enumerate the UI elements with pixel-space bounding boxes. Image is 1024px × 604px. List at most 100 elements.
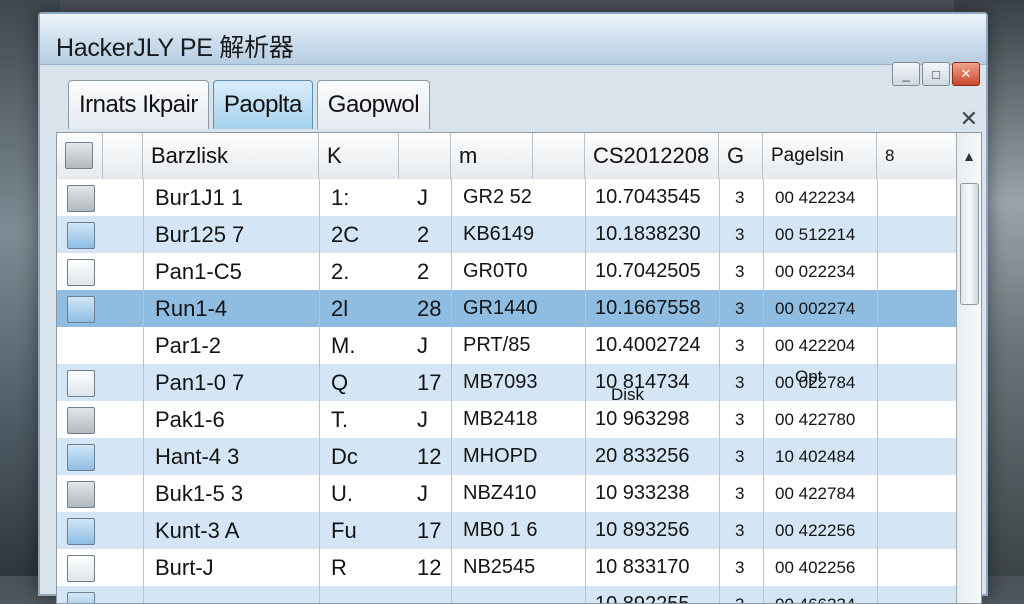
cell-cs: 10.1838230 bbox=[595, 223, 701, 245]
cell-k2: J bbox=[417, 480, 428, 506]
table-row[interactable]: Bur125 7 2C 2 KB6149 10.1838230 3 00 512214 bbox=[57, 216, 957, 254]
row-checkbox[interactable] bbox=[67, 444, 95, 471]
scroll-up-arrow-icon[interactable]: ▲ bbox=[957, 133, 981, 179]
cell-m: KB6149 bbox=[463, 223, 535, 245]
table-row[interactable]: Par1-2 M. J PRT/85 10.4002724 3 00 422204 bbox=[57, 327, 957, 365]
cell-cs: 10 933238 bbox=[595, 482, 690, 504]
window-title: HackerJLY PE 解析器 bbox=[56, 34, 294, 62]
cell-g: 3 bbox=[735, 261, 745, 281]
table-row[interactable]: Kunt-3 A Fu 17 MB0 1 6 10 893256 3 00 422256 bbox=[57, 512, 957, 550]
cell-k2: 17 bbox=[417, 517, 442, 543]
data-grid: Barzlisk K m CS2012208 G Pagelsin 8 Bur1… bbox=[56, 132, 982, 604]
cell-m: MB7093 bbox=[463, 371, 538, 393]
cell-name bbox=[149, 586, 155, 603]
cell-k2: 2 bbox=[417, 258, 430, 284]
column-divider bbox=[143, 179, 144, 603]
cell-g: 3 bbox=[735, 335, 745, 355]
cell-k: R bbox=[331, 554, 347, 580]
table-row[interactable]: Burt-J R 12 NB2545 10 833170 3 00 402256 bbox=[57, 549, 957, 587]
cell-g: 3 bbox=[735, 409, 745, 429]
cell-g: 3 bbox=[735, 372, 745, 392]
cell-cs: 10 893256 bbox=[595, 519, 690, 541]
cell-pg: 00 002274 bbox=[775, 298, 856, 318]
header-8[interactable]: 8 bbox=[877, 133, 957, 179]
header-k[interactable]: K bbox=[319, 133, 399, 179]
tab-close-icon[interactable]: ✕ bbox=[960, 106, 978, 132]
cell-k: 2C bbox=[331, 221, 360, 247]
cell-k: 2l bbox=[331, 295, 349, 321]
column-divider bbox=[877, 179, 878, 603]
cell-k: M. bbox=[331, 332, 356, 358]
header-m2[interactable] bbox=[533, 133, 585, 179]
row-checkbox[interactable] bbox=[67, 296, 95, 323]
tab-bar: Irnats Ikpair Paoplta Gaopwol bbox=[68, 80, 431, 132]
vertical-scrollbar[interactable]: ▲ bbox=[956, 133, 981, 603]
table-row[interactable]: 10 892255 3 00 466234 bbox=[57, 586, 957, 604]
column-divider bbox=[319, 179, 320, 603]
cell-k: T. bbox=[331, 406, 349, 432]
cell-k: 1: bbox=[331, 184, 350, 210]
cell-pg: 00 422784 bbox=[775, 483, 856, 503]
cell-g: 3 bbox=[735, 594, 745, 604]
cell-cs: 10.7042505 bbox=[595, 260, 701, 282]
cell-cs: 10 963298 bbox=[595, 408, 690, 430]
cell-k2: J bbox=[417, 332, 428, 358]
window-controls: _ □ ✕ bbox=[892, 62, 980, 86]
maximize-button[interactable]: □ bbox=[922, 62, 950, 86]
cell-cs: 10 892255 bbox=[595, 593, 690, 604]
cell-pg: 00 466234 bbox=[775, 594, 856, 604]
close-button[interactable]: ✕ bbox=[952, 62, 980, 86]
cell-g: 3 bbox=[735, 298, 745, 318]
header-m[interactable]: m bbox=[451, 133, 533, 179]
cell-pg: 00 422256 bbox=[775, 520, 856, 540]
cell-m: MB0 1 6 bbox=[463, 519, 538, 541]
tab-irnats-ikpair[interactable]: Irnats Ikpair bbox=[68, 80, 209, 129]
cell-name: Bur125 7 bbox=[155, 221, 245, 247]
cell-g: 3 bbox=[735, 483, 745, 503]
cell-k: U. bbox=[331, 480, 353, 506]
row-checkbox[interactable] bbox=[67, 518, 95, 545]
row-checkbox[interactable] bbox=[67, 259, 95, 286]
cell-k bbox=[325, 586, 331, 603]
row-checkbox[interactable] bbox=[67, 555, 95, 582]
table-row[interactable]: Hant-4 3 Dc 12 MHOPD 20 833256 3 10 402484 bbox=[57, 438, 957, 476]
row-checkbox[interactable] bbox=[67, 185, 95, 212]
column-divider bbox=[719, 179, 720, 603]
table-row[interactable]: Pan1-C5 2. 2 GR0T0 10.7042505 3 00 022234 bbox=[57, 253, 957, 291]
cell-g: 3 bbox=[735, 224, 745, 244]
select-all-checkbox[interactable] bbox=[65, 142, 93, 169]
minimize-button[interactable]: _ bbox=[892, 62, 920, 86]
cell-name: Kunt-3 A bbox=[155, 517, 240, 543]
column-divider bbox=[585, 179, 586, 603]
cell-pg: 00 422780 bbox=[775, 409, 856, 429]
title-bar[interactable]: HackerJLY PE 解析器 bbox=[40, 14, 986, 65]
table-row[interactable]: Buk1-5 3 U. J NBZ410 10 933238 3 00 422784 bbox=[57, 475, 957, 513]
opt-label: Opt bbox=[795, 367, 823, 386]
scroll-thumb[interactable] bbox=[960, 183, 979, 305]
disk-label: Disk bbox=[611, 385, 645, 404]
header-select-all-cell[interactable] bbox=[57, 133, 103, 179]
table-row[interactable]: Pak1-6 T. J MB2418 10 963298 3 00 422780 bbox=[57, 401, 957, 439]
row-checkbox[interactable] bbox=[67, 592, 95, 603]
cell-m: GR2 52 bbox=[463, 186, 532, 208]
cell-cs: 10 833170 bbox=[595, 556, 690, 578]
header-pagelsin[interactable]: Pagelsin bbox=[763, 133, 877, 179]
row-checkbox[interactable] bbox=[67, 481, 95, 508]
header-k2[interactable] bbox=[399, 133, 451, 179]
header-barzlisk[interactable]: Barzlisk bbox=[143, 133, 319, 179]
tab-paoplta[interactable]: Paoplta bbox=[212, 80, 313, 129]
cell-m: NBZ410 bbox=[463, 482, 537, 504]
table-row[interactable]: Run1-4 2l 28 GR1440 10.1667558 3 00 002274 bbox=[57, 290, 957, 328]
tab-gaopwol[interactable]: Gaopwol bbox=[316, 80, 431, 129]
cell-m: PRT/85 bbox=[463, 334, 531, 356]
row-checkbox[interactable] bbox=[67, 370, 95, 397]
header-cs[interactable]: CS2012208 bbox=[585, 133, 719, 179]
cell-name: Buk1-5 3 bbox=[155, 480, 244, 506]
cell-k2: J bbox=[417, 406, 428, 432]
cell-name: Hant-4 3 bbox=[155, 443, 240, 469]
row-checkbox[interactable] bbox=[67, 222, 95, 249]
header-g[interactable]: G bbox=[719, 133, 763, 179]
table-row[interactable]: Bur1J1 1 1: J GR2 52 10.7043545 3 00 422234 bbox=[57, 179, 957, 217]
row-checkbox[interactable] bbox=[67, 407, 95, 434]
cell-cs: 10.4002724 bbox=[595, 334, 701, 356]
